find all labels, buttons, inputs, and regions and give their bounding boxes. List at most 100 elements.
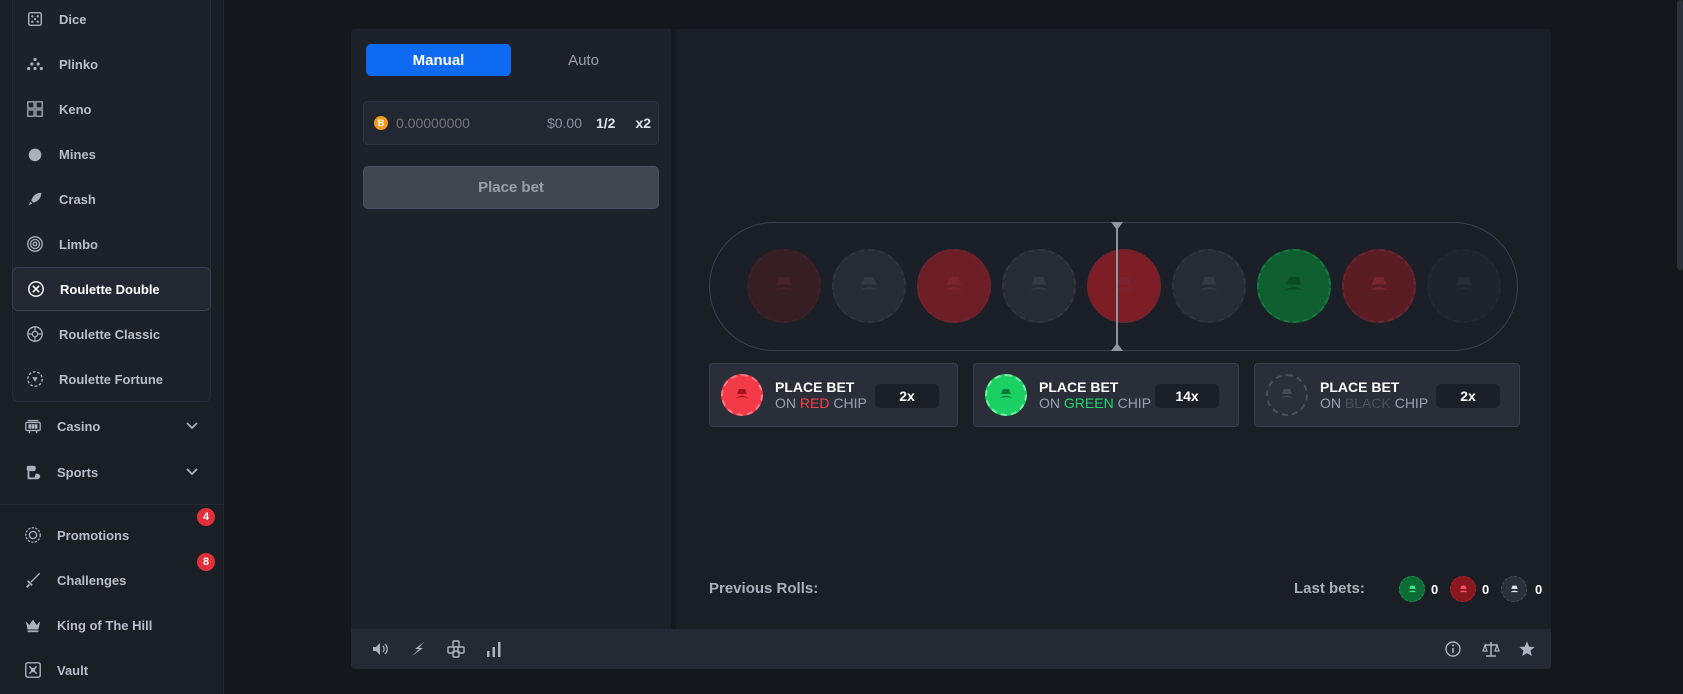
game-toolbar xyxy=(351,629,1551,669)
green-chip-icon xyxy=(985,374,1027,416)
sidebar-item-label: Challenges xyxy=(57,572,127,588)
sound-icon[interactable] xyxy=(371,640,389,658)
bet-green-card[interactable]: PLACE BET ON GREEN CHIP 14x xyxy=(973,363,1239,427)
dice-icon xyxy=(25,9,45,29)
sidebar-item-label: Promotions xyxy=(57,527,130,543)
double-bet-button[interactable]: x2 xyxy=(635,115,651,131)
place-bet-button[interactable]: Place bet xyxy=(363,166,659,209)
sidebar-item-label: Crash xyxy=(59,191,96,207)
sidebar-item-roulette-double[interactable]: Roulette Double xyxy=(12,267,211,311)
last-bets-label: Last bets: xyxy=(1294,580,1365,597)
black-chip-icon xyxy=(1266,374,1308,416)
bet-green-color-word: GREEN xyxy=(1063,395,1114,411)
last-bets-green-icon xyxy=(1399,576,1425,602)
bet-controls-panel: Manual Auto B $0.00 1/2 x2 Place bet xyxy=(351,29,671,629)
sidebar-item-label: Casino xyxy=(57,418,101,434)
sidebar-item-sports[interactable]: Sports xyxy=(10,450,214,494)
bet-black-suffix: CHIP xyxy=(1390,395,1429,411)
black-chip xyxy=(1002,249,1076,323)
game-container: Manual Auto B $0.00 1/2 x2 Place bet PLA… xyxy=(351,29,1551,669)
favorite-star-icon[interactable] xyxy=(1518,640,1536,658)
casino-icon xyxy=(23,416,43,436)
bet-black-card[interactable]: PLACE BET ON BLACK CHIP 2x xyxy=(1254,363,1520,427)
challenges-badge: 8 xyxy=(197,553,215,571)
green-chip xyxy=(1257,249,1331,323)
roulette-wheel-icon xyxy=(25,324,45,344)
roulette-strip xyxy=(709,222,1518,351)
black-chip xyxy=(1427,249,1501,323)
sidebar-item-roulette-classic[interactable]: Roulette Classic xyxy=(12,312,211,356)
bet-red-color-word: RED xyxy=(799,395,830,411)
half-bet-button[interactable]: 1/2 xyxy=(596,115,615,131)
page-scrollbar[interactable] xyxy=(1677,0,1683,270)
sidebar-item-challenges[interactable]: Challenges xyxy=(10,558,214,602)
crown-icon xyxy=(23,615,43,635)
sidebar-item-promotions[interactable]: Promotions xyxy=(10,513,214,557)
sidebar-item-mines[interactable]: Mines xyxy=(12,132,211,176)
sidebar-item-vault[interactable]: Vault xyxy=(10,648,214,692)
promotions-badge: 4 xyxy=(197,508,215,526)
sidebar-item-label: Roulette Fortune xyxy=(59,371,163,387)
mode-tabs: Manual Auto xyxy=(366,44,656,76)
stats-icon[interactable] xyxy=(485,640,503,658)
bet-black-title: PLACE BET xyxy=(1320,379,1400,395)
sidebar-item-label: Dice xyxy=(59,11,87,27)
bet-green-prefix: ON xyxy=(1039,395,1064,411)
bet-red-card[interactable]: PLACE BET ON RED CHIP 2x xyxy=(709,363,958,427)
sports-icon xyxy=(23,462,43,482)
red-chip xyxy=(747,249,821,323)
sidebar-item-label: Roulette Classic xyxy=(59,326,161,342)
tab-manual[interactable]: Manual xyxy=(366,44,511,76)
roulette-pointer xyxy=(1116,222,1118,351)
sword-icon xyxy=(23,570,43,590)
bet-amount-input[interactable] xyxy=(396,115,516,131)
sidebar-divider xyxy=(0,504,224,505)
sidebar-item-casino[interactable]: Casino xyxy=(10,404,214,448)
vault-icon xyxy=(23,660,43,680)
previous-rolls-label: Previous Rolls: xyxy=(709,580,819,597)
sidebar-item-label: Mines xyxy=(59,146,96,162)
sidebar-item-crash[interactable]: Crash xyxy=(12,177,211,221)
bet-red-prefix: ON xyxy=(775,395,800,411)
sidebar-item-roulette-fortune[interactable]: Roulette Fortune xyxy=(12,357,211,401)
bet-green-suffix: CHIP xyxy=(1113,395,1152,411)
bet-red-title: PLACE BET xyxy=(775,379,855,395)
last-bets-black-icon xyxy=(1501,576,1527,602)
sidebar-item-label: Keno xyxy=(59,101,92,117)
sidebar-item-dice[interactable]: Dice xyxy=(12,0,211,41)
red-chip xyxy=(1342,249,1416,323)
roulette-double-icon xyxy=(26,279,46,299)
usd-value: $0.00 xyxy=(546,115,582,131)
last-bets-green-count: 0 xyxy=(1431,582,1439,597)
chevron-down-icon xyxy=(186,468,198,476)
bitcoin-icon: B xyxy=(374,116,388,130)
roulette-fortune-icon xyxy=(25,369,45,389)
sidebar: Dice Plinko Keno Mines Crash Limbo Roule… xyxy=(0,0,224,694)
sidebar-item-plinko[interactable]: Plinko xyxy=(12,42,211,86)
hotkeys-icon[interactable] xyxy=(447,640,465,658)
black-chip xyxy=(832,249,906,323)
pointer-bottom-icon xyxy=(1111,343,1123,351)
lightning-icon[interactable] xyxy=(409,640,427,658)
sidebar-item-king-of-the-hill[interactable]: King of The Hill xyxy=(10,603,214,647)
last-bets-red-count: 0 xyxy=(1482,582,1490,597)
sidebar-item-label: Vault xyxy=(57,662,89,678)
last-bets-red-icon xyxy=(1450,576,1476,602)
keno-icon xyxy=(25,99,45,119)
last-bets-black-count: 0 xyxy=(1535,582,1543,597)
info-icon[interactable] xyxy=(1444,640,1462,658)
sidebar-item-label: King of The Hill xyxy=(57,617,153,633)
red-chip xyxy=(917,249,991,323)
black-chip xyxy=(1172,249,1246,323)
bet-black-prefix: ON xyxy=(1320,395,1345,411)
fairness-scale-icon[interactable] xyxy=(1482,640,1500,658)
tab-auto[interactable]: Auto xyxy=(511,44,656,76)
target-icon xyxy=(25,234,45,254)
sidebar-item-label: Plinko xyxy=(59,56,99,72)
sidebar-item-limbo[interactable]: Limbo xyxy=(12,222,211,266)
bet-red-multiplier: 2x xyxy=(875,384,939,408)
red-chip xyxy=(1087,249,1161,323)
sidebar-item-keno[interactable]: Keno xyxy=(12,87,211,131)
chevron-down-icon xyxy=(186,422,198,430)
red-chip-icon xyxy=(721,374,763,416)
